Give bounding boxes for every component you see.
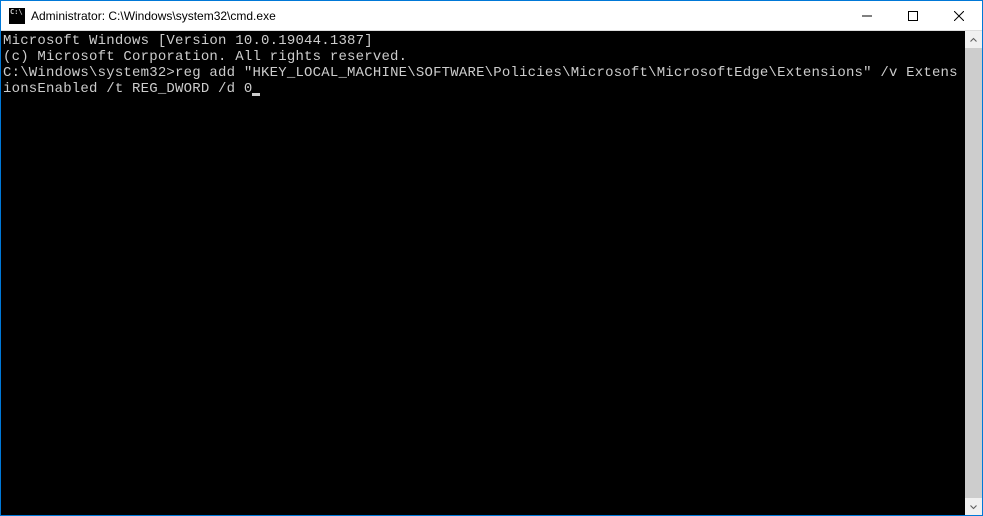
maximize-icon (908, 11, 918, 21)
scrollbar-up-button[interactable] (965, 31, 982, 48)
titlebar[interactable]: C:\ Administrator: C:\Windows\system32\c… (1, 1, 982, 31)
close-icon (954, 11, 964, 21)
minimize-button[interactable] (844, 1, 890, 30)
terminal-cursor (252, 93, 260, 96)
minimize-icon (862, 11, 872, 21)
maximize-button[interactable] (890, 1, 936, 30)
window-controls (844, 1, 982, 30)
terminal[interactable]: Microsoft Windows [Version 10.0.19044.13… (1, 31, 965, 515)
chevron-down-icon (970, 504, 977, 510)
scrollbar-down-button[interactable] (965, 498, 982, 515)
chevron-up-icon (970, 37, 977, 43)
scrollbar-thumb[interactable] (965, 48, 982, 498)
scrollbar-track[interactable] (965, 48, 982, 498)
window-title: Administrator: C:\Windows\system32\cmd.e… (31, 9, 844, 23)
cmd-icon: C:\ (9, 8, 25, 24)
vertical-scrollbar[interactable] (965, 31, 982, 515)
cmd-icon-text: C:\ (10, 9, 23, 16)
content-area: Microsoft Windows [Version 10.0.19044.13… (1, 31, 982, 515)
cmd-window: C:\ Administrator: C:\Windows\system32\c… (0, 0, 983, 516)
terminal-line: (c) Microsoft Corporation. All rights re… (3, 49, 965, 65)
terminal-prompt: C:\Windows\system32> (3, 65, 175, 81)
terminal-line: Microsoft Windows [Version 10.0.19044.13… (3, 33, 965, 49)
close-button[interactable] (936, 1, 982, 30)
